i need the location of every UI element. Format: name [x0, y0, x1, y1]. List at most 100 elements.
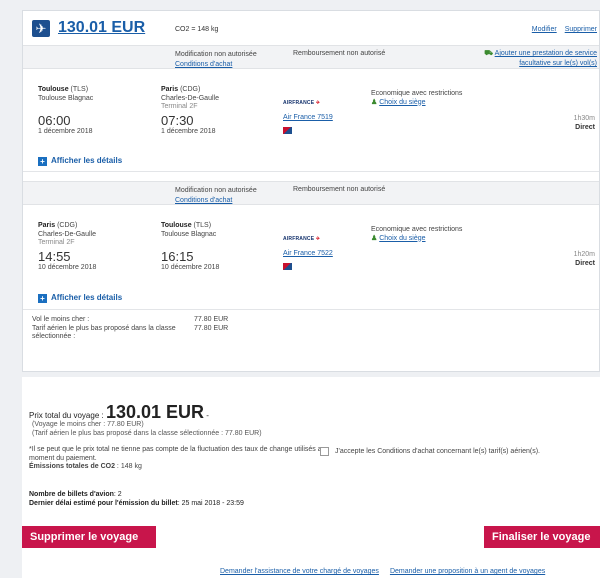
trip-header: ✈ 130.01 EUR CO2 = 148 kg Modifier Suppri…: [23, 11, 599, 45]
airline-logo: AIRFRANCE ✈: [283, 236, 321, 242]
outbound-modification: Modification non autorisée Conditions d'…: [175, 50, 257, 70]
arrival-code: (TLS): [191, 222, 212, 229]
departure-code: (TLS): [68, 86, 89, 93]
departure-code: (CDG): [55, 222, 78, 229]
flight-number-link[interactable]: Air France 7519: [283, 114, 333, 121]
arrival-airport: Charles-De-Gaulle: [161, 94, 219, 102]
arrival-date: 1 décembre 2018: [161, 127, 216, 135]
outbound-duration: 1h30m Direct: [574, 115, 595, 132]
departure-date: 10 décembre 2018: [38, 263, 97, 271]
return-details-toggle[interactable]: + Afficher les détails: [38, 293, 122, 303]
trip-actions: Modifier Supprimer: [522, 26, 597, 33]
footer-links: Demander l'assistance de votre chargé de…: [220, 568, 556, 575]
airline-logo: AIRFRANCE ✈: [283, 100, 321, 106]
co2-total-value: : 148 kg: [114, 463, 142, 470]
class-label-2: sélectionnée :: [32, 333, 76, 340]
arrival-date: 10 décembre 2018: [161, 264, 220, 271]
cheapest-label: Vol le moins cher :: [32, 316, 90, 323]
cabin-class: Economique avec restrictions: [371, 226, 463, 233]
currency-disclaimer: *Il se peut que le prix total ne tienne …: [29, 446, 326, 462]
tickets-label: Nombre de billets d'avion: [29, 491, 114, 498]
return-modification: Modification non autorisée Conditions d'…: [175, 186, 257, 206]
class-value: 77.80 EUR: [194, 324, 229, 332]
outbound-arrival: Paris (CDG) Charles-De-Gaulle Terminal 2…: [161, 86, 219, 136]
add-service[interactable]: ⛟ Ajouter une prestation de service facu…: [484, 49, 597, 69]
co2-total: Émissions totales de CO2 : 148 kg: [29, 463, 142, 470]
refund-text: Remboursement non autorisé: [293, 186, 386, 193]
total-value: 130.01 EUR: [105, 402, 204, 422]
seat-choice-link[interactable]: Choix du siège: [379, 99, 425, 106]
departure-date: 1 décembre 2018: [38, 128, 93, 135]
departure-city: Toulouse: [38, 86, 69, 93]
add-service-link-line2[interactable]: facultative sur le(s) vol(s): [484, 59, 597, 69]
deadline-label: Dernier délai estimé pour l'émission du …: [29, 499, 178, 507]
return-duration: 1h20m Direct: [574, 251, 595, 268]
tickets-value: : 2: [113, 491, 122, 498]
outbound-details-toggle[interactable]: + Afficher les détails: [38, 156, 122, 166]
segment-divider: [23, 171, 599, 172]
departure-time: 06:00: [38, 113, 71, 128]
arrival-code: (CDG): [178, 86, 201, 93]
departure-airport: Toulouse Blagnac: [38, 94, 94, 102]
airline-flag-icon: [283, 127, 292, 134]
flight-number-link[interactable]: Air France 7522: [283, 250, 333, 257]
ticket-info: Nombre de billets d'avion: 2 Dernier dél…: [29, 491, 244, 508]
return-arrival: Toulouse (TLS) Toulouse Blagnac 16:15 10…: [161, 222, 219, 273]
modification-text: Modification non autorisée: [175, 187, 257, 194]
delete-link[interactable]: Supprimer: [565, 26, 597, 33]
fare-note: Vol le moins cher : Tarif aérien le plus…: [32, 316, 228, 342]
outbound-info-strip: Modification non autorisée Conditions d'…: [23, 45, 599, 69]
total-breakdown: (Voyage le moins cher : 77.80 EUR) (Tari…: [32, 421, 262, 438]
cheapest-value: 77.80 EUR: [194, 316, 229, 323]
assistance-link[interactable]: Demander l'assistance de votre chargé de…: [220, 568, 379, 575]
stops-text: Direct: [575, 259, 595, 267]
arrival-airport: Toulouse Blagnac: [161, 230, 217, 238]
departure-city: Paris: [38, 222, 56, 229]
return-info-strip: Modification non autorisée Conditions d'…: [23, 181, 599, 205]
total-suffix: -: [204, 411, 209, 420]
return-cabin: Economique avec restrictions ♟ Choix du …: [371, 226, 462, 243]
arrival-terminal: Terminal 2F: [161, 103, 198, 110]
accept-conditions[interactable]: J'accepte les Conditions d'achat concern…: [320, 447, 540, 456]
stops-text: Direct: [575, 123, 595, 131]
details-label: Afficher les détails: [51, 293, 123, 302]
departure-terminal: Terminal 2F: [38, 239, 75, 246]
cheapest-trip-note: (Voyage le moins cher : 77.80 EUR): [32, 421, 144, 428]
accept-checkbox[interactable]: [320, 447, 329, 456]
departure-time: 14:55: [38, 248, 71, 264]
fare-divider: [23, 309, 599, 310]
add-service-icon: ⛟: [484, 50, 494, 57]
plus-icon: +: [38, 294, 47, 303]
modify-link[interactable]: Modifier: [532, 26, 557, 33]
airline-logo-text: AIRFRANCE: [283, 236, 315, 242]
finalize-trip-button[interactable]: Finaliser le voyage: [484, 526, 600, 548]
refund-text: Remboursement non autorisé: [293, 50, 386, 57]
plus-icon: +: [38, 157, 47, 166]
deadline-value: : 25 mai 2018 - 23:59: [177, 499, 244, 507]
arrival-time: 07:30: [161, 112, 194, 128]
add-service-link[interactable]: Ajouter une prestation de service: [495, 50, 597, 57]
plane-icon: ✈: [32, 20, 50, 37]
details-label: Afficher les détails: [51, 156, 123, 165]
delete-trip-button[interactable]: Supprimer le voyage: [22, 526, 156, 548]
trip-card: ✈ 130.01 EUR CO2 = 148 kg Modifier Suppri…: [22, 10, 600, 372]
arrival-city: Toulouse: [161, 222, 192, 229]
accept-label: J'accepte les Conditions d'achat concern…: [335, 448, 540, 455]
seat-choice-link[interactable]: Choix du siège: [379, 235, 425, 242]
purchase-conditions-link[interactable]: Conditions d'achat: [175, 196, 257, 206]
modification-text: Modification non autorisée: [175, 51, 257, 58]
duration-text: 1h30m: [573, 115, 595, 122]
airline-flag-icon: [283, 263, 292, 270]
seat-icon: ♟: [371, 98, 378, 106]
seat-icon: ♟: [371, 234, 378, 242]
arrival-city: Paris: [161, 86, 179, 93]
purchase-conditions-link[interactable]: Conditions d'achat: [175, 60, 257, 70]
co2-total-label: Émissions totales de CO2: [29, 463, 115, 470]
proposal-link[interactable]: Demander une proposition à un agent de v…: [390, 568, 545, 575]
cabin-class: Economique avec restrictions: [371, 90, 463, 97]
return-segment: Paris (CDG) Charles-De-Gaulle Terminal 2…: [23, 219, 599, 289]
outbound-departure: Toulouse (TLS) Toulouse Blagnac 06:00 1 …: [38, 86, 93, 137]
return-departure: Paris (CDG) Charles-De-Gaulle Terminal 2…: [38, 222, 96, 272]
trip-price-link[interactable]: 130.01 EUR: [58, 19, 145, 37]
outbound-cabin: Economique avec restrictions ♟ Choix du …: [371, 90, 462, 107]
